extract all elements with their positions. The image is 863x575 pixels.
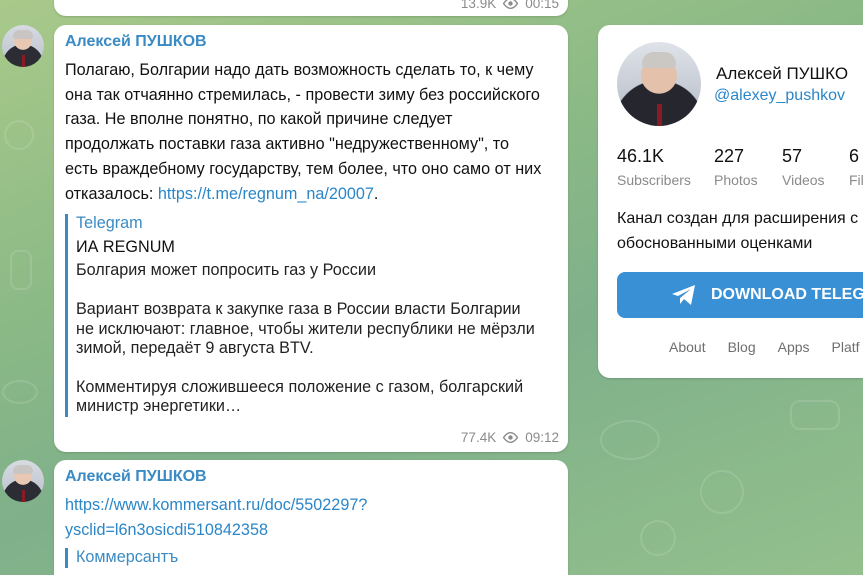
message-link[interactable]: https://www.kommersant.ru/doc/5502297? (65, 496, 367, 514)
stat-videos[interactable]: 57 Videos (782, 146, 849, 188)
description-line: Канал создан для расширения с (617, 210, 859, 227)
background-doodle (640, 520, 676, 556)
preview-line: министр энергетики… (76, 397, 242, 416)
views-count: 13.9K (460, 0, 497, 11)
message-link[interactable]: https://t.me/regnum_na/20007 (158, 185, 374, 203)
channel-handle[interactable]: @alexey_pushkov (714, 87, 845, 105)
footer-links: About Blog Apps Platf (669, 339, 863, 355)
message-bubble-previous: 13.9K 00:15 (54, 0, 568, 16)
preview-line: зимой, передаёт 9 августа BTV. (76, 339, 314, 358)
footer-link-blog[interactable]: Blog (728, 339, 756, 355)
download-button-label: DOWNLOAD TELEGR (711, 286, 863, 303)
background-doodle (2, 380, 38, 404)
preview-title: ИА REGNUM (76, 237, 175, 256)
stat-files[interactable]: 6 Fil (849, 146, 863, 188)
message-text-fragment: . (373, 184, 379, 203)
background-doodle (4, 120, 34, 150)
author-avatar[interactable] (2, 25, 44, 67)
message-text-fragment: отказалось: (65, 184, 158, 203)
message-meta: 13.9K 00:15 (461, 0, 559, 11)
message-text: https://www.kommersant.ru/doc/5502297? y… (65, 493, 556, 542)
stat-number: 46.1K (617, 146, 665, 166)
channel-description: Канал создан для расширения с обоснованн… (617, 206, 863, 256)
eye-icon (503, 432, 519, 443)
channel-avatar (617, 42, 701, 126)
footer-link-platform[interactable]: Platf (832, 339, 860, 355)
preview-site-name: Telegram (76, 214, 143, 233)
channel-info-card: Алексей ПУШКО @alexey_pushkov 46.1K Subs… (598, 25, 863, 378)
stat-label: Subscribers (617, 172, 691, 188)
message-text-line: газа. Не вполне понятно, по какой причин… (65, 110, 453, 129)
message-link[interactable]: ysclid=l6n3osicdi510842358 (65, 521, 268, 539)
message-text-line: она так отчаянно стремилась, - провести … (65, 85, 540, 104)
message-author[interactable]: Алексей ПУШКОВ (65, 33, 556, 51)
background-doodle (700, 470, 744, 514)
stat-photos[interactable]: 227 Photos (714, 146, 782, 188)
description-line: обоснованными оценками (617, 235, 813, 252)
author-avatar[interactable] (2, 460, 44, 502)
stat-subscribers: 46.1K Subscribers (617, 146, 714, 188)
channel-stats: 46.1K Subscribers 227 Photos 57 Videos 6… (617, 146, 863, 188)
preview-line: не исключают: главное, чтобы жители респ… (76, 319, 535, 338)
message-text: Полагаю, Болгарии надо дать возможность … (65, 58, 556, 206)
message-text-line: продолжать поставки газа активно "недруж… (65, 135, 510, 154)
link-preview[interactable]: Telegram ИА REGNUM Болгария может попрос… (65, 214, 556, 417)
preview-site-name: Коммерсантъ (76, 548, 179, 567)
footer-link-apps[interactable]: Apps (778, 339, 810, 355)
background-doodle (10, 250, 32, 290)
channel-name: Алексей ПУШКО (716, 64, 849, 83)
message-bubble: Алексей ПУШКОВ https://www.kommersant.ru… (54, 460, 568, 575)
preview-subtitle: Болгария может попросить газ у России (76, 261, 376, 280)
preview-line: Вариант возврата к закупке газа в России… (76, 300, 521, 318)
views-count: 77.4K (460, 430, 497, 445)
telegram-plane-icon (672, 285, 695, 305)
message-time: 00:15 (525, 0, 559, 11)
stat-number: 57 (782, 146, 803, 166)
message-text-line: есть враждебному государству, тем более,… (65, 159, 542, 178)
background-doodle (600, 420, 660, 460)
preview-line: Комментируя сложившееся положение с газо… (76, 377, 524, 396)
footer-link-about[interactable]: About (669, 339, 706, 355)
download-telegram-button[interactable]: DOWNLOAD TELEGR (617, 272, 863, 318)
message-text-line: отказалось: https://t.me/regnum_na/20007… (65, 182, 556, 207)
background-doodle (790, 400, 840, 430)
eye-icon (503, 0, 519, 9)
stat-number: 227 (714, 146, 745, 166)
message-bubble: Алексей ПУШКОВ Полагаю, Болгарии надо да… (54, 25, 568, 452)
link-preview[interactable]: Коммерсантъ (65, 548, 556, 568)
preview-paragraph: Вариант возврата к закупке газа в России… (76, 300, 556, 359)
stat-label: Fil (849, 172, 863, 188)
message-text-line: Полагаю, Болгарии надо дать возможность … (65, 61, 534, 79)
message-time: 09:12 (525, 430, 559, 445)
preview-paragraph: Комментируя сложившееся положение с газо… (76, 378, 556, 417)
message-author[interactable]: Алексей ПУШКОВ (65, 468, 556, 486)
stat-label: Photos (714, 172, 758, 188)
stat-label: Videos (782, 172, 825, 188)
message-meta: 77.4K 09:12 (461, 430, 559, 445)
stat-number: 6 (849, 146, 860, 166)
